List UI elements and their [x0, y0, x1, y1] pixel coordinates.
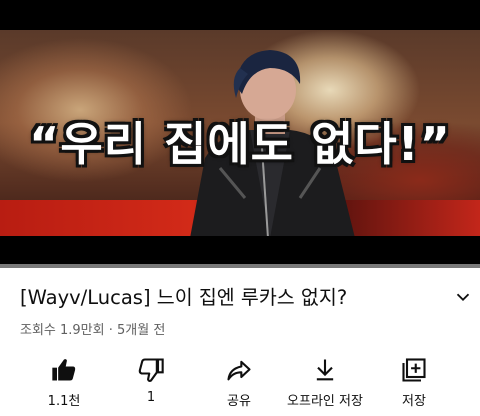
letterbox-top	[0, 0, 480, 30]
chevron-down-icon[interactable]	[452, 286, 474, 308]
share-label: 공유	[227, 394, 251, 409]
dislike-count: 1	[146, 390, 156, 405]
download-button[interactable]: 오프라인 저장	[275, 352, 375, 412]
video-frame: “우리 집에도 없다!”	[0, 30, 480, 236]
share-button[interactable]: 공유	[189, 352, 289, 412]
dislike-button[interactable]: 1	[101, 352, 201, 412]
share-icon	[227, 360, 251, 381]
save-button[interactable]: 저장	[364, 352, 464, 412]
action-bar: 1.1천 1 공유 오프라인 저장 저장	[0, 352, 480, 416]
video-title[interactable]: [Wayv/Lucas] 느이 집엔 루카스 없지?	[20, 286, 440, 310]
add-to-playlist-icon	[402, 358, 426, 382]
progress-bar[interactable]	[0, 264, 480, 268]
save-label: 저장	[402, 394, 426, 409]
video-overlay-text: “우리 집에도 없다!”	[29, 117, 451, 171]
thumbs-up-icon	[52, 359, 76, 381]
like-button[interactable]: 1.1천	[14, 352, 114, 412]
download-icon	[316, 359, 334, 381]
thumbs-down-icon	[138, 358, 164, 382]
video-meta: 조회수 1.9만회 · 5개월 전	[20, 323, 166, 338]
like-count: 1.1천	[47, 394, 81, 409]
video-player[interactable]: “우리 집에도 없다!”	[0, 0, 480, 268]
download-label: 오프라인 저장	[287, 394, 363, 409]
